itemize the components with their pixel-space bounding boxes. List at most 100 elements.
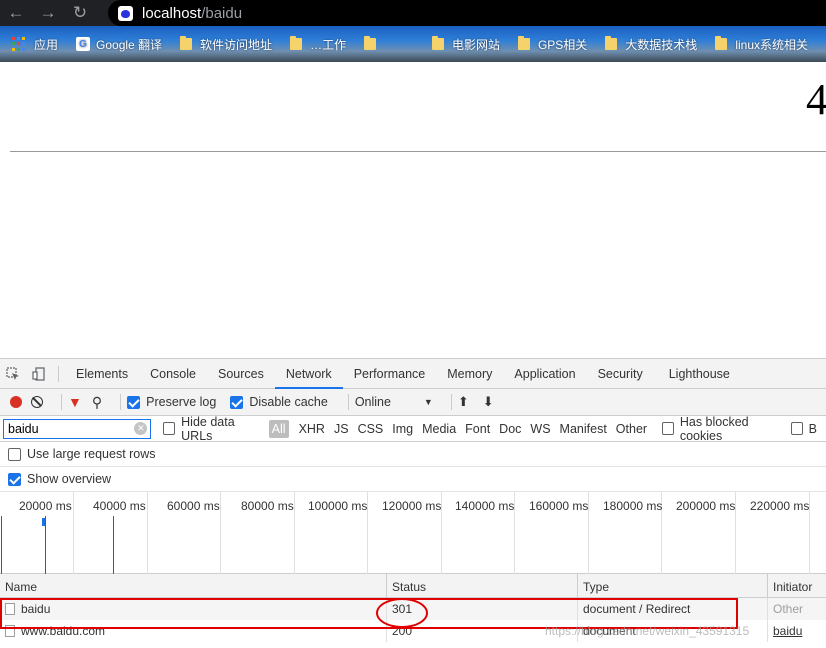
show-overview-checkbox[interactable] <box>8 472 21 486</box>
baidu-favicon-icon <box>118 5 133 21</box>
bookmark-folder[interactable]: GPS相关 <box>517 36 588 53</box>
type-filter-js[interactable]: JS <box>334 422 349 436</box>
address-bar[interactable]: localhost/baidu <box>108 0 826 26</box>
clear-filter-icon[interactable]: ✕ <box>134 422 148 435</box>
large-rows-checkbox[interactable] <box>8 447 21 461</box>
bookmark-label: …工作 <box>310 37 347 52</box>
type-filter-other[interactable]: Other <box>616 422 647 436</box>
bookmark-folder[interactable] <box>364 36 414 50</box>
folder-icon <box>431 36 444 50</box>
large-rows-label: Use large request rows <box>27 447 156 461</box>
type-filter-manifest[interactable]: Manifest <box>560 422 607 436</box>
timeline-tick <box>294 492 295 574</box>
blocked-requests-checkbox[interactable] <box>790 422 803 435</box>
divider <box>120 394 122 410</box>
network-overview[interactable]: 20000 ms 40000 ms 60000 ms 80000 ms 1000… <box>0 492 826 574</box>
request-initiator: Other <box>773 602 804 616</box>
divider <box>61 394 62 410</box>
forward-arrow-icon[interactable]: → <box>32 0 64 26</box>
url-path: /baidu <box>201 4 243 22</box>
column-type-header[interactable]: Type <box>578 574 768 597</box>
bookmark-folder[interactable]: …工作 <box>290 36 346 53</box>
column-status-header[interactable]: Status <box>387 574 578 597</box>
bookmark-folder[interactable]: 软件访问地址 <box>180 36 272 53</box>
timeline-tick-label: 100000 ms <box>308 499 368 513</box>
export-har-icon[interactable]: ⬇ <box>483 394 494 410</box>
filter-input[interactable]: baidu ✕ <box>3 418 152 439</box>
timeline-tick-label: 160000 ms <box>529 499 589 513</box>
filter-value: baidu <box>8 421 39 436</box>
filter-icon[interactable]: ▼ <box>68 394 82 410</box>
request-initiator-link[interactable]: baidu <box>768 620 826 642</box>
timeline-tick <box>73 492 74 574</box>
tab-memory[interactable]: Memory <box>436 359 503 389</box>
timeline-tick-label: 140000 ms <box>455 499 515 513</box>
watermark: https://blog.csdn.net/weixin_43591315 <box>545 624 750 638</box>
annotation-circle <box>376 598 428 628</box>
search-icon[interactable]: ⚲ <box>92 394 102 411</box>
has-blocked-cookies-checkbox[interactable] <box>662 422 674 435</box>
request-marker <box>113 516 114 574</box>
browser-toolbar: ← → ↻ localhost/baidu <box>0 0 826 26</box>
divider <box>347 394 349 410</box>
timeline-tick-label: 200000 ms <box>676 499 736 513</box>
timeline-tick-label: 80000 ms <box>241 499 294 513</box>
type-filter-css[interactable]: CSS <box>358 422 384 436</box>
tab-elements[interactable]: Elements <box>65 359 139 389</box>
reload-icon[interactable]: ↻ <box>64 0 96 26</box>
google-translate-icon: G <box>76 37 91 51</box>
bookmark-folder[interactable]: 电影网站 <box>431 36 500 53</box>
timeline-tick-label: 180000 ms <box>603 499 663 513</box>
bookmarks-bar: 应用 G Google 翻译 软件访问地址 …工作 电影网站 GPS相关 大数据… <box>0 26 826 62</box>
clear-icon[interactable] <box>31 396 43 408</box>
column-name-header[interactable]: Name <box>0 574 387 597</box>
bookmark-label: 软件访问地址 <box>200 37 273 52</box>
bookmark-folder[interactable]: linux系统相关 <box>715 36 808 53</box>
type-filter-font[interactable]: Font <box>465 422 490 436</box>
tab-performance[interactable]: Performance <box>343 359 437 389</box>
device-toolbar-icon[interactable] <box>26 359 52 389</box>
bookmark-label: linux系统相关 <box>735 37 808 52</box>
type-filter-media[interactable]: Media <box>422 422 456 436</box>
disable-cache-checkbox[interactable] <box>230 395 244 409</box>
timeline-tick-label: 40000 ms <box>93 499 146 513</box>
bookmark-label: 应用 <box>34 37 59 52</box>
type-filter-doc[interactable]: Doc <box>499 422 521 436</box>
type-filter-all[interactable]: All <box>268 419 289 438</box>
dropdown-arrow-icon: ▼ <box>423 397 433 407</box>
tab-console[interactable]: Console <box>139 359 207 389</box>
type-filter-ws[interactable]: WS <box>530 422 550 436</box>
tab-sources[interactable]: Sources <box>207 359 275 389</box>
divider <box>450 394 452 410</box>
type-filter-img[interactable]: Img <box>392 422 413 436</box>
inspect-element-icon[interactable] <box>0 359 26 389</box>
bookmark-apps[interactable]: 应用 <box>12 36 58 53</box>
record-button[interactable] <box>10 396 22 408</box>
bookmark-folder[interactable]: 大数据技术栈 <box>605 36 697 53</box>
bookmark-google-translate[interactable]: G Google 翻译 <box>76 36 162 53</box>
url-host: localhost <box>142 4 202 22</box>
timeline-tick-label: 220000 ms <box>750 499 810 513</box>
folder-icon <box>180 36 193 50</box>
folder-icon <box>605 36 618 50</box>
timeline-tick-label: 20000 ms <box>19 499 72 513</box>
back-arrow-icon[interactable]: ← <box>0 0 32 26</box>
tab-network[interactable]: Network <box>274 359 343 389</box>
blocked-requests-label: B <box>808 421 817 436</box>
show-overview-label: Show overview <box>27 472 112 486</box>
bookmark-label: 大数据技术栈 <box>625 37 698 52</box>
column-initiator-header[interactable]: Initiator <box>768 574 826 597</box>
tab-security[interactable]: Security <box>587 359 654 389</box>
throttling-select[interactable]: Online ▼ <box>355 395 433 409</box>
bookmark-label: Google 翻译 <box>96 37 163 52</box>
tab-lighthouse[interactable]: Lighthouse <box>658 359 741 389</box>
divider <box>58 365 59 382</box>
tab-application[interactable]: Application <box>503 359 586 389</box>
hide-data-urls-checkbox[interactable] <box>163 422 176 435</box>
import-har-icon[interactable]: ⬆ <box>458 394 469 410</box>
horizontal-rule <box>10 151 826 152</box>
type-filter-xhr[interactable]: XHR <box>299 422 325 436</box>
preserve-log-checkbox[interactable] <box>127 395 141 409</box>
request-marker <box>1 516 2 574</box>
bookmark-label: GPS相关 <box>537 37 588 52</box>
